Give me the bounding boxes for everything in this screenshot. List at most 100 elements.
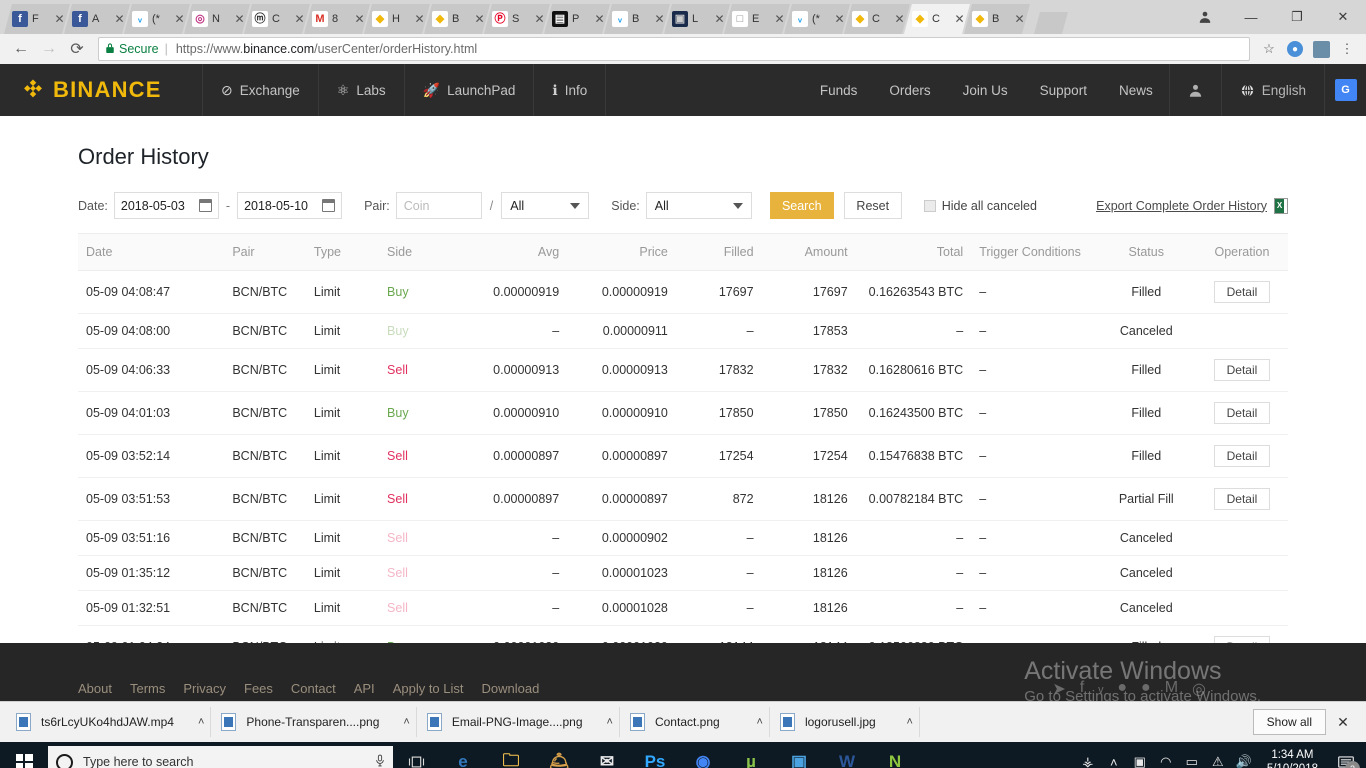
tab-close-icon[interactable]: ✕ [473,13,486,26]
close-window-button[interactable]: ✕ [1320,0,1366,34]
maximize-button[interactable]: ❐ [1274,0,1320,34]
footer-link-download[interactable]: Download [482,681,540,696]
task-view-button[interactable] [393,742,439,768]
detail-button[interactable]: Detail [1213,359,1271,381]
chevron-up-icon[interactable]: ˄ [593,716,613,728]
tab-close-icon[interactable]: ✕ [533,13,546,26]
download-item[interactable]: logorusell.jpg ˄ [770,707,920,737]
footer-link-contact[interactable]: Contact [291,681,336,696]
browser-tab[interactable]: ◆ B ✕ [424,4,490,34]
browser-tab[interactable]: f F ✕ [4,4,70,34]
nav-link-join-us[interactable]: Join Us [947,64,1024,116]
tab-close-icon[interactable]: ✕ [293,13,306,26]
tab-close-icon[interactable]: ✕ [113,13,126,26]
telegram-icon[interactable]: ➤ [1052,679,1065,699]
nav-item-info[interactable]: ℹ Info [534,64,607,116]
nav-link-news[interactable]: News [1103,64,1169,116]
taskbar-photoshop-icon[interactable]: Ps [631,742,679,768]
export-order-history-link[interactable]: Export Complete Order History [1096,197,1288,214]
address-bar[interactable]: Secure | https://www. binance.com /userC… [98,37,1250,61]
network-desktop-icon[interactable]: ▣ [1127,742,1153,768]
detail-button[interactable]: Detail [1213,281,1271,303]
tab-close-icon[interactable]: ✕ [773,13,786,26]
nav-link-funds[interactable]: Funds [804,64,874,116]
tab-close-icon[interactable]: ✕ [593,13,606,26]
download-item[interactable]: Phone-Transparen....png ˄ [211,707,417,737]
download-item[interactable]: Contact.png ˄ [620,707,770,737]
footer-link-privacy[interactable]: Privacy [183,681,226,696]
github-icon[interactable]: ● [1141,679,1151,699]
pair-coin-input[interactable]: Coin [395,192,482,219]
nav-link-support[interactable]: Support [1024,64,1103,116]
language-selector[interactable]: English [1220,64,1324,116]
browser-tab[interactable]: ◆ C ✕ [844,4,910,34]
browser-tab[interactable]: f A ✕ [64,4,130,34]
chevron-up-icon[interactable]: ˄ [743,716,763,728]
nav-link-orders[interactable]: Orders [873,64,946,116]
medium-icon[interactable]: M [1165,679,1178,699]
new-tab-button[interactable] [1034,12,1068,34]
browser-tab[interactable]: □ E ✕ [724,4,790,34]
browser-tab[interactable]: M 8 ✕ [304,4,370,34]
tab-close-icon[interactable]: ✕ [173,13,186,26]
reload-button[interactable]: ⟳ [64,36,90,62]
taskbar-chrome-icon[interactable]: ◉ [679,742,727,768]
warning-icon[interactable]: ⚠ [1205,742,1231,768]
reddit-icon[interactable]: ● [1117,679,1127,699]
browser-tab[interactable]: ⓜ C ✕ [244,4,310,34]
tab-close-icon[interactable]: ✕ [953,13,966,26]
date-to-input[interactable]: 2018-05-10 [237,192,343,219]
people-icon[interactable]: ⚶ [1075,742,1101,768]
tab-close-icon[interactable]: ✕ [893,13,906,26]
browser-tab[interactable]: ◆ B ✕ [964,4,1030,34]
hide-canceled-checkbox[interactable]: Hide all canceled [923,199,1037,213]
chevron-up-icon[interactable]: ˄ [389,716,409,728]
download-item[interactable]: ts6rLcyUKo4hdJAW.mp4 ˄ [6,707,212,737]
nav-item-launchpad[interactable]: 🚀 LaunchPad [405,64,535,116]
tab-close-icon[interactable]: ✕ [53,13,66,26]
browser-tab[interactable]: ᵥ B ✕ [604,4,670,34]
browser-tab[interactable]: ▤ P ✕ [544,4,610,34]
volume-icon[interactable]: 🔊 [1231,742,1257,768]
tab-close-icon[interactable]: ✕ [653,13,666,26]
detail-button[interactable]: Detail [1213,445,1271,467]
show-all-downloads-button[interactable]: Show all [1252,709,1326,735]
calendar-icon[interactable] [198,199,212,212]
google-translate-button[interactable]: G [1324,64,1366,116]
extension-icon[interactable]: ● [1284,38,1306,60]
bookmark-star-icon[interactable]: ☆ [1258,38,1280,60]
close-download-shelf-button[interactable]: ✕ [1326,714,1360,731]
taskbar-notepadpp-icon[interactable]: N [871,742,919,768]
account-menu[interactable] [1168,64,1221,116]
detail-button[interactable]: Detail [1213,488,1271,510]
detail-button[interactable]: Detail [1213,402,1271,424]
browser-tab[interactable]: ᵥ (* ✕ [124,4,190,34]
tab-close-icon[interactable]: ✕ [233,13,246,26]
nav-item-labs[interactable]: ⚛ Labs [319,64,405,116]
browser-tab[interactable]: ◆ C ✕ [904,4,970,34]
instagram-icon[interactable]: ◎ [1192,679,1206,699]
back-button[interactable]: ← [8,36,34,62]
minimize-button[interactable]: — [1228,0,1274,34]
taskbar-utorrent-icon[interactable]: µ [727,742,775,768]
chevron-up-icon[interactable]: ˄ [893,716,913,728]
tab-close-icon[interactable]: ✕ [353,13,366,26]
action-center-button[interactable]: 2 [1328,742,1364,768]
reset-button[interactable]: Reset [843,192,902,219]
wifi-icon[interactable]: ◠ [1153,742,1179,768]
browser-tab[interactable]: ◆ H ✕ [364,4,430,34]
battery-icon[interactable]: ▭ [1179,742,1205,768]
download-item[interactable]: Email-PNG-Image....png ˄ [417,707,620,737]
taskbar-store-icon[interactable]: 🛎 [535,742,583,768]
taskbar-clock[interactable]: 1:34 AM 5/10/2018 [1259,748,1326,768]
footer-link-fees[interactable]: Fees [244,681,273,696]
taskbar-mail-icon[interactable]: ✉ [583,742,631,768]
footer-link-about[interactable]: About [78,681,112,696]
taskbar-word-icon[interactable]: W [823,742,871,768]
date-from-input[interactable]: 2018-05-03 [113,192,219,219]
chrome-menu-icon[interactable]: ⋮ [1336,38,1358,60]
footer-link-terms[interactable]: Terms [130,681,165,696]
chrome-profile-button[interactable] [1182,0,1228,34]
taskbar-app-icon[interactable]: ▣ [775,742,823,768]
profile-avatar-icon[interactable] [1310,38,1332,60]
